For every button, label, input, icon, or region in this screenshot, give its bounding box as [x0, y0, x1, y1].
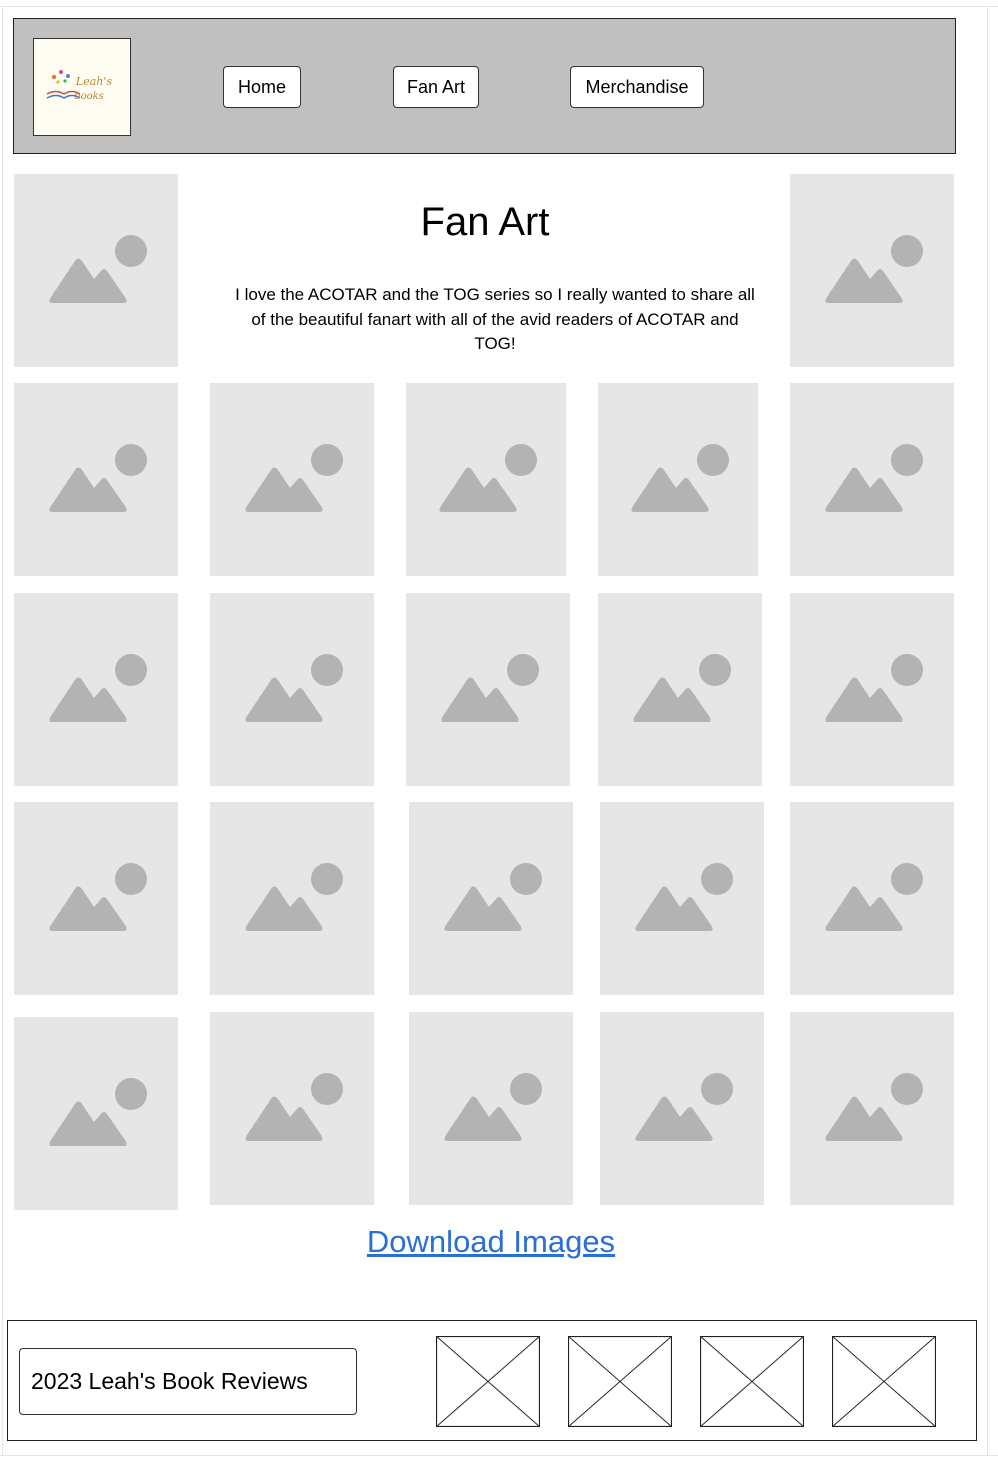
image-placeholder-icon [439, 443, 537, 512]
fan-art-image-placeholder[interactable] [210, 1012, 374, 1205]
image-placeholder-icon [245, 862, 343, 931]
image-placeholder-x-icon [700, 1336, 804, 1427]
fan-art-image-placeholder[interactable] [210, 802, 374, 995]
fan-art-image-placeholder[interactable] [14, 802, 178, 995]
fan-art-image-placeholder[interactable] [600, 1012, 764, 1205]
site-header: Leah's books Home Fan Art Merchandise [13, 18, 956, 154]
page-frame-left [2, 6, 3, 1456]
page-title: Fan Art [420, 200, 550, 244]
image-placeholder-icon [245, 443, 343, 512]
copyright-text: 2023 Leah's Book Reviews [19, 1348, 357, 1415]
fan-art-image-placeholder[interactable] [14, 593, 178, 786]
footer-image-placeholder-1[interactable] [436, 1336, 540, 1427]
logo-book-icon: Leah's books [46, 70, 112, 102]
fan-art-image-placeholder[interactable] [406, 383, 566, 576]
image-placeholder-icon [245, 1072, 343, 1141]
image-placeholder-icon [441, 653, 539, 722]
page-frame-right [987, 6, 988, 1456]
image-placeholder-icon [444, 862, 542, 931]
image-placeholder-x-icon [832, 1336, 936, 1427]
image-placeholder-icon [49, 1077, 147, 1146]
page-description: I love the ACOTAR and the TOG series so … [235, 285, 755, 353]
footer-image-placeholder-2[interactable] [568, 1336, 672, 1427]
image-placeholder-icon [49, 862, 147, 931]
image-placeholder-icon [49, 443, 147, 512]
image-placeholder-icon [633, 653, 731, 722]
fan-art-image-placeholder[interactable] [14, 383, 178, 576]
fan-art-image-placeholder[interactable] [790, 383, 954, 576]
image-placeholder-icon [825, 234, 923, 303]
nav-fan-art-button[interactable]: Fan Art [393, 66, 479, 108]
download-images-link[interactable]: Download Images [300, 1224, 682, 1260]
image-placeholder-icon [49, 653, 147, 722]
fan-art-image-placeholder[interactable] [598, 593, 762, 786]
image-placeholder-x-icon [568, 1336, 672, 1427]
logo-text-1: Leah's [75, 75, 112, 88]
footer-image-placeholder-4[interactable] [832, 1336, 936, 1427]
fan-art-image-placeholder[interactable] [790, 1012, 954, 1205]
fan-art-image-placeholder[interactable] [14, 174, 178, 367]
image-placeholder-icon [635, 1072, 733, 1141]
footer-image-placeholder-3[interactable] [700, 1336, 804, 1427]
image-placeholder-icon [635, 862, 733, 931]
image-placeholder-icon [245, 653, 343, 722]
nav-home-button[interactable]: Home [223, 66, 301, 108]
image-placeholder-icon [825, 862, 923, 931]
site-footer: 2023 Leah's Book Reviews [7, 1320, 977, 1441]
fan-art-image-placeholder[interactable] [409, 802, 573, 995]
image-placeholder-icon [631, 443, 729, 512]
fan-art-image-placeholder[interactable] [14, 1017, 178, 1210]
image-placeholder-icon [825, 443, 923, 512]
fan-art-image-placeholder[interactable] [790, 593, 954, 786]
fan-art-image-placeholder[interactable] [210, 383, 374, 576]
image-placeholder-icon [49, 234, 147, 303]
image-placeholder-icon [825, 1072, 923, 1141]
image-placeholder-icon [825, 653, 923, 722]
image-placeholder-x-icon [436, 1336, 540, 1427]
fan-art-image-placeholder[interactable] [210, 593, 374, 786]
fan-art-image-placeholder[interactable] [600, 802, 764, 995]
nav-merchandise-button[interactable]: Merchandise [570, 66, 704, 108]
fan-art-image-placeholder[interactable] [790, 802, 954, 995]
site-logo[interactable]: Leah's books [33, 38, 131, 136]
page-frame-bottom [0, 1455, 998, 1456]
logo-text-2: books [74, 91, 104, 102]
fan-art-image-placeholder[interactable] [409, 1012, 573, 1205]
fan-art-image-placeholder[interactable] [598, 383, 758, 576]
page-frame-top [0, 6, 998, 7]
fan-art-image-placeholder[interactable] [790, 174, 954, 367]
fan-art-image-placeholder[interactable] [406, 593, 570, 786]
image-placeholder-icon [444, 1072, 542, 1141]
